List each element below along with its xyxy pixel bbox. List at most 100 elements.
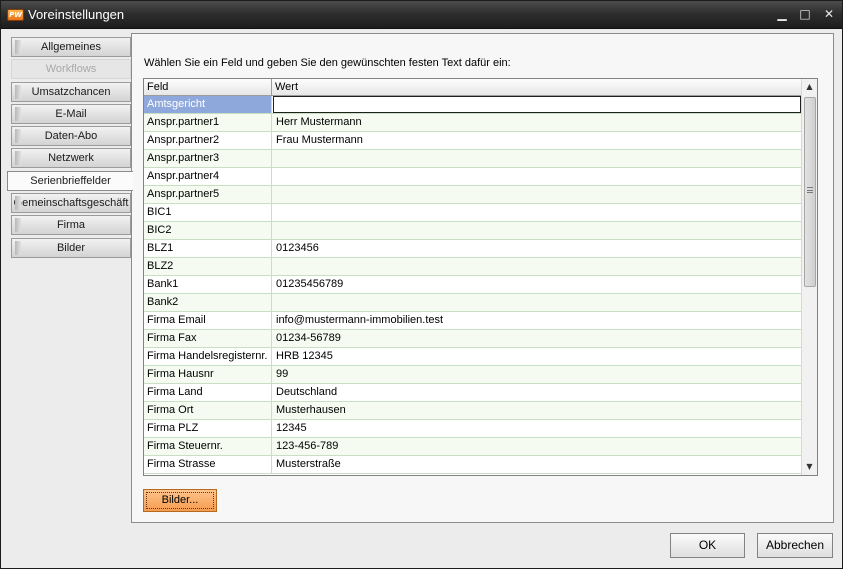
table-row[interactable]: Anspr.partner2 Frau Mustermann bbox=[144, 132, 802, 150]
vertical-scrollbar[interactable]: ▲ ▼ bbox=[801, 79, 817, 475]
table-row[interactable]: Firma Fax 01234-56789 bbox=[144, 330, 802, 348]
sidebar-item-label: Workflows bbox=[45, 63, 97, 76]
app-logo-icon: PW bbox=[7, 9, 24, 21]
table-row[interactable]: Firma PLZ 12345 bbox=[144, 420, 802, 438]
wert-edit-field[interactable] bbox=[273, 96, 801, 113]
table-row[interactable]: BIC2 bbox=[144, 222, 802, 240]
scroll-up-icon[interactable]: ▲ bbox=[802, 79, 817, 95]
minimize-icon[interactable]: ▁ bbox=[773, 6, 791, 22]
feld-cell[interactable]: BLZ1 bbox=[144, 240, 272, 257]
maximize-icon[interactable]: □ bbox=[796, 6, 814, 22]
feld-cell[interactable]: BIC1 bbox=[144, 204, 272, 221]
feld-cell[interactable]: Anspr.partner5 bbox=[144, 186, 272, 203]
table-row[interactable]: Bank1 01235456789 bbox=[144, 276, 802, 294]
wert-cell[interactable]: Frau Mustermann bbox=[273, 132, 801, 149]
tab-grip-icon bbox=[15, 196, 21, 211]
feld-cell[interactable]: BIC2 bbox=[144, 222, 272, 239]
table-row[interactable]: Bank2 bbox=[144, 294, 802, 312]
sidebar-item-label: Firma bbox=[56, 219, 86, 232]
wert-cell[interactable] bbox=[273, 168, 801, 185]
table-row[interactable]: BLZ2 bbox=[144, 258, 802, 276]
feld-cell[interactable]: Bank1 bbox=[144, 276, 272, 293]
wert-cell[interactable] bbox=[273, 258, 801, 275]
table-row[interactable]: Anspr.partner4 bbox=[144, 168, 802, 186]
wert-cell[interactable] bbox=[273, 150, 801, 167]
wert-cell[interactable]: 99 bbox=[273, 366, 801, 383]
sidebar-item-daten-abo[interactable]: Daten-Abo bbox=[11, 126, 131, 147]
column-header-wert[interactable]: Wert bbox=[272, 79, 802, 96]
sidebar-item-bilder[interactable]: Bilder bbox=[11, 237, 131, 258]
table-row[interactable]: BIC1 bbox=[144, 204, 802, 222]
fields-grid: Feld Wert Amtsgericht Anspr.partner1 Herr … bbox=[143, 78, 818, 476]
table-row[interactable]: Firma Strasse Musterstraße bbox=[144, 456, 802, 474]
table-row[interactable]: Firma Email info@mustermann-immobilien.te… bbox=[144, 312, 802, 330]
sidebar-item-workflows: Workflows bbox=[11, 59, 131, 80]
wert-cell[interactable] bbox=[273, 204, 801, 221]
window-title: Voreinstellungen bbox=[28, 7, 125, 22]
feld-cell[interactable]: Amtsgericht bbox=[144, 96, 272, 113]
wert-cell[interactable]: info@mustermann-immobilien.test bbox=[273, 312, 801, 329]
table-row[interactable]: Firma Hausnr 99 bbox=[144, 366, 802, 384]
wert-cell[interactable]: Musterstraße bbox=[273, 456, 801, 473]
close-icon[interactable]: ✕ bbox=[820, 6, 838, 22]
sidebar-item-allgemeines[interactable]: Allgemeines bbox=[11, 37, 131, 57]
wert-cell[interactable]: Herr Mustermann bbox=[273, 114, 801, 131]
sidebar-item-firma[interactable]: Firma bbox=[11, 215, 131, 236]
wert-cell[interactable]: 01235456789 bbox=[273, 276, 801, 293]
table-row[interactable]: Anspr.partner1 Herr Mustermann bbox=[144, 114, 802, 132]
feld-cell[interactable]: Firma Email bbox=[144, 312, 272, 329]
sidebar-nav: Allgemeines Workflows Umsatzchancen E-Mail D… bbox=[7, 37, 133, 260]
wert-cell[interactable]: 123-456-789 bbox=[273, 438, 801, 455]
table-row[interactable]: Firma Steuernr. 123-456-789 bbox=[144, 438, 802, 456]
tab-grip-icon bbox=[15, 240, 21, 255]
ok-button[interactable]: OK bbox=[670, 533, 745, 558]
wert-cell[interactable] bbox=[273, 186, 801, 203]
table-row[interactable]: BLZ1 0123456 bbox=[144, 240, 802, 258]
table-row[interactable]: Firma Land Deutschland bbox=[144, 384, 802, 402]
feld-cell[interactable]: Firma Fax bbox=[144, 330, 272, 347]
feld-cell[interactable]: Firma Ort bbox=[144, 402, 272, 419]
feld-cell[interactable]: Anspr.partner2 bbox=[144, 132, 272, 149]
sidebar-item-umsatzchancen[interactable]: Umsatzchancen bbox=[11, 81, 131, 102]
table-row[interactable]: Anspr.partner5 bbox=[144, 186, 802, 204]
feld-cell[interactable]: Firma Handelsregisternr. bbox=[144, 348, 272, 365]
table-row[interactable]: Firma Handelsregisternr. HRB 12345 bbox=[144, 348, 802, 366]
feld-cell[interactable]: Firma Land bbox=[144, 384, 272, 401]
wert-cell[interactable]: 0123456 bbox=[273, 240, 801, 257]
feld-cell[interactable]: Firma Hausnr bbox=[144, 366, 272, 383]
wert-cell[interactable]: 01234-56789 bbox=[273, 330, 801, 347]
title-bar[interactable]: PW Voreinstellungen ▁ □ ✕ bbox=[1, 1, 842, 29]
wert-cell[interactable] bbox=[273, 222, 801, 239]
sidebar-item-serienbrieffelder[interactable]: Serienbrieffelder bbox=[7, 170, 133, 191]
sidebar-item-label: Gemeinschaftsgeschäft bbox=[13, 197, 129, 210]
feld-cell[interactable]: Firma PLZ bbox=[144, 420, 272, 437]
table-row[interactable]: Firma Ort Musterhausen bbox=[144, 402, 802, 420]
feld-cell[interactable]: Firma Steuernr. bbox=[144, 438, 272, 455]
wert-cell[interactable]: Deutschland bbox=[273, 384, 801, 401]
table-row[interactable]: Anspr.partner3 bbox=[144, 150, 802, 168]
sidebar-item-label: Netzwerk bbox=[48, 152, 94, 165]
wert-cell[interactable] bbox=[273, 294, 801, 311]
cancel-button[interactable]: Abbrechen bbox=[757, 533, 833, 558]
wert-cell[interactable]: HRB 12345 bbox=[273, 348, 801, 365]
bilder-button[interactable]: Bilder... bbox=[143, 489, 217, 512]
feld-cell[interactable]: Anspr.partner3 bbox=[144, 150, 272, 167]
feld-cell[interactable]: Firma Strasse bbox=[144, 456, 272, 473]
sidebar-item-label: Allgemeines bbox=[41, 41, 101, 53]
feld-cell[interactable]: Anspr.partner4 bbox=[144, 168, 272, 185]
sidebar-item-label: Umsatzchancen bbox=[31, 85, 111, 98]
feld-cell[interactable]: Anspr.partner1 bbox=[144, 114, 272, 131]
column-header-feld[interactable]: Feld bbox=[144, 79, 272, 96]
sidebar-item-e-mail[interactable]: E-Mail bbox=[11, 103, 131, 124]
scroll-down-icon[interactable]: ▼ bbox=[802, 459, 817, 475]
sidebar-item-netzwerk[interactable]: Netzwerk bbox=[11, 148, 131, 169]
wert-cell[interactable]: 12345 bbox=[273, 420, 801, 437]
tab-grip-icon bbox=[15, 40, 21, 54]
tab-grip-icon bbox=[15, 84, 21, 99]
feld-cell[interactable]: BLZ2 bbox=[144, 258, 272, 275]
sidebar-item-gemeinschaftsgeschäft[interactable]: Gemeinschaftsgeschäft bbox=[11, 193, 131, 214]
feld-cell[interactable]: Bank2 bbox=[144, 294, 272, 311]
scroll-thumb[interactable] bbox=[804, 97, 816, 287]
table-row[interactable]: Amtsgericht bbox=[144, 96, 802, 114]
wert-cell[interactable]: Musterhausen bbox=[273, 402, 801, 419]
